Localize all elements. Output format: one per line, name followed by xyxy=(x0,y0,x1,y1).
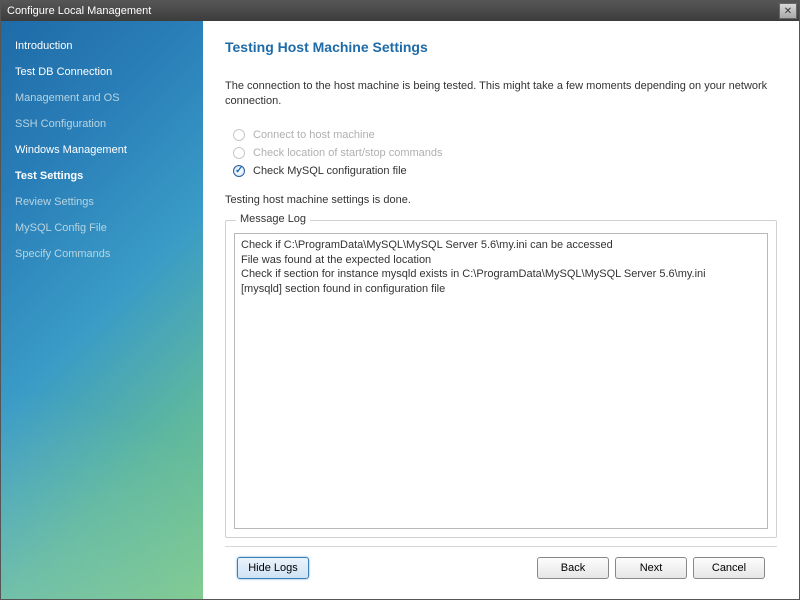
check-item-connect-host: Connect to host machine xyxy=(233,126,777,144)
sidebar-item-windows-management[interactable]: Windows Management xyxy=(1,137,203,163)
sidebar-item-review-settings[interactable]: Review Settings xyxy=(1,189,203,215)
message-log-group: Message Log Check if C:\ProgramData\MySQ… xyxy=(225,220,777,538)
sidebar-item-management-and-os[interactable]: Management and OS xyxy=(1,85,203,111)
sidebar-item-test-db-connection[interactable]: Test DB Connection xyxy=(1,59,203,85)
next-button[interactable]: Next xyxy=(615,557,687,579)
check-list: Connect to host machine Check location o… xyxy=(233,126,777,180)
body: Introduction Test DB Connection Manageme… xyxy=(1,21,799,599)
close-icon[interactable]: ✕ xyxy=(779,3,797,19)
check-label: Check location of start/stop commands xyxy=(253,147,443,159)
sidebar-item-ssh-configuration[interactable]: SSH Configuration xyxy=(1,111,203,137)
titlebar-buttons: ✕ xyxy=(779,3,797,19)
sidebar-item-test-settings[interactable]: Test Settings xyxy=(1,163,203,189)
titlebar[interactable]: Configure Local Management ✕ xyxy=(1,1,799,21)
page-title: Testing Host Machine Settings xyxy=(225,39,777,55)
dialog-window: Configure Local Management ✕ Introductio… xyxy=(0,0,800,600)
message-log-legend: Message Log xyxy=(236,213,310,225)
status-icon-pending xyxy=(233,129,245,141)
log-line: File was found at the expected location xyxy=(241,253,761,268)
sidebar: Introduction Test DB Connection Manageme… xyxy=(1,21,203,599)
sidebar-item-specify-commands[interactable]: Specify Commands xyxy=(1,241,203,267)
window-title: Configure Local Management xyxy=(7,5,151,17)
check-label: Connect to host machine xyxy=(253,129,375,141)
sidebar-item-mysql-config-file[interactable]: MySQL Config File xyxy=(1,215,203,241)
hide-logs-button[interactable]: Hide Logs xyxy=(237,557,309,579)
cancel-button[interactable]: Cancel xyxy=(693,557,765,579)
back-button[interactable]: Back xyxy=(537,557,609,579)
description: The connection to the host machine is be… xyxy=(225,79,777,110)
check-item-mysql-config: Check MySQL configuration file xyxy=(233,162,777,180)
footer: Hide Logs Back Next Cancel xyxy=(225,546,777,589)
message-log[interactable]: Check if C:\ProgramData\MySQL\MySQL Serv… xyxy=(234,233,768,529)
status-icon-pending xyxy=(233,147,245,159)
footer-right: Back Next Cancel xyxy=(537,557,765,579)
log-line: Check if C:\ProgramData\MySQL\MySQL Serv… xyxy=(241,238,761,253)
log-line: Check if section for instance mysqld exi… xyxy=(241,267,761,282)
main-panel: Testing Host Machine Settings The connec… xyxy=(203,21,799,599)
check-label: Check MySQL configuration file xyxy=(253,165,407,177)
status-line: Testing host machine settings is done. xyxy=(225,194,777,206)
sidebar-item-introduction[interactable]: Introduction xyxy=(1,33,203,59)
status-icon-ok xyxy=(233,165,245,177)
log-line: [mysqld] section found in configuration … xyxy=(241,282,761,297)
check-item-start-stop: Check location of start/stop commands xyxy=(233,144,777,162)
